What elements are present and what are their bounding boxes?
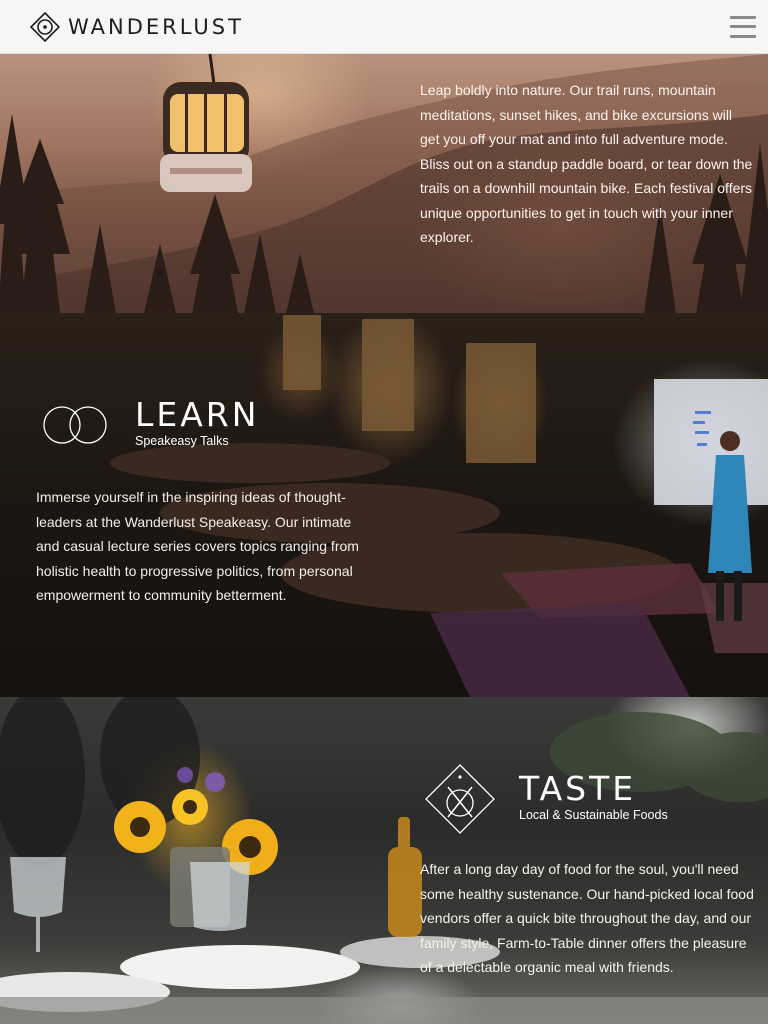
learn-section: LEARN Speakeasy Talks Immerse yourself i… [0, 313, 768, 697]
taste-heading: TASTE Local & Sustainable Foods [519, 769, 668, 823]
learn-subtitle: Speakeasy Talks [135, 434, 229, 448]
brand-logo-link[interactable]: WANDERLUST [30, 11, 244, 42]
taste-subtitle: Local & Sustainable Foods [519, 808, 668, 822]
brand-name: WANDERLUST [68, 14, 244, 39]
explore-section: Leap boldly into nature. Our trail runs,… [0, 54, 768, 313]
learn-heading: LEARN Speakeasy Talks [135, 395, 260, 449]
taste-section: TASTE Local & Sustainable Foods After a … [0, 697, 768, 1024]
taste-description: After a long day day of food for the sou… [420, 861, 754, 975]
fork-knife-diamond-icon [425, 764, 495, 834]
site-header: WANDERLUST [0, 0, 768, 54]
taste-title: TASTE [519, 769, 637, 808]
compass-diamond-icon [30, 11, 60, 42]
learn-description: Immerse yourself in the inspiring ideas … [36, 489, 359, 603]
learn-title: LEARN [135, 395, 260, 434]
explore-description: Leap boldly into nature. Our trail runs,… [420, 82, 753, 245]
overlapping-circles-icon [43, 406, 107, 444]
hamburger-menu-icon[interactable] [730, 15, 756, 38]
